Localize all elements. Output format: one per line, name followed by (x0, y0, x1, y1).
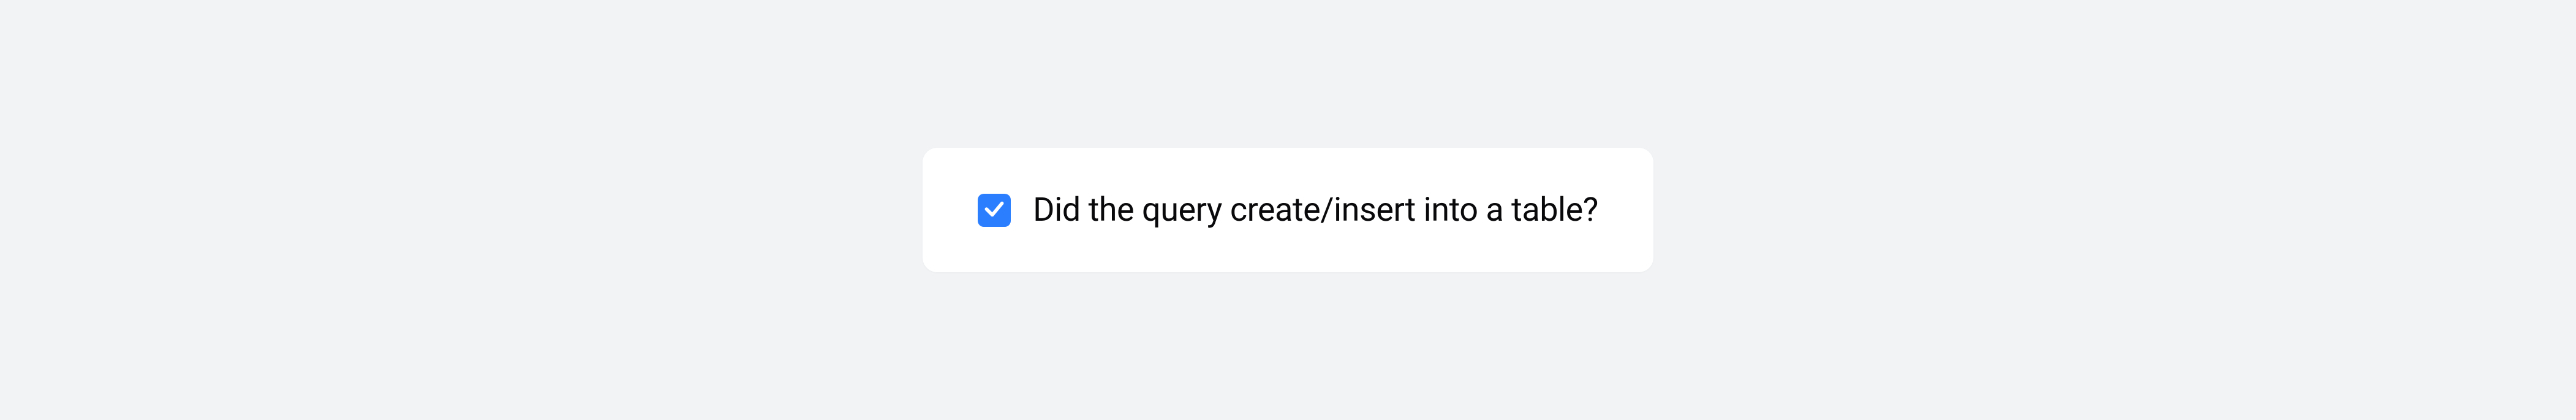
query-table-checkbox[interactable] (978, 194, 1011, 227)
check-icon (983, 197, 1006, 223)
checkbox-label[interactable]: Did the query create/insert into a table… (1033, 191, 1598, 229)
checkbox-card: Did the query create/insert into a table… (923, 148, 1653, 272)
